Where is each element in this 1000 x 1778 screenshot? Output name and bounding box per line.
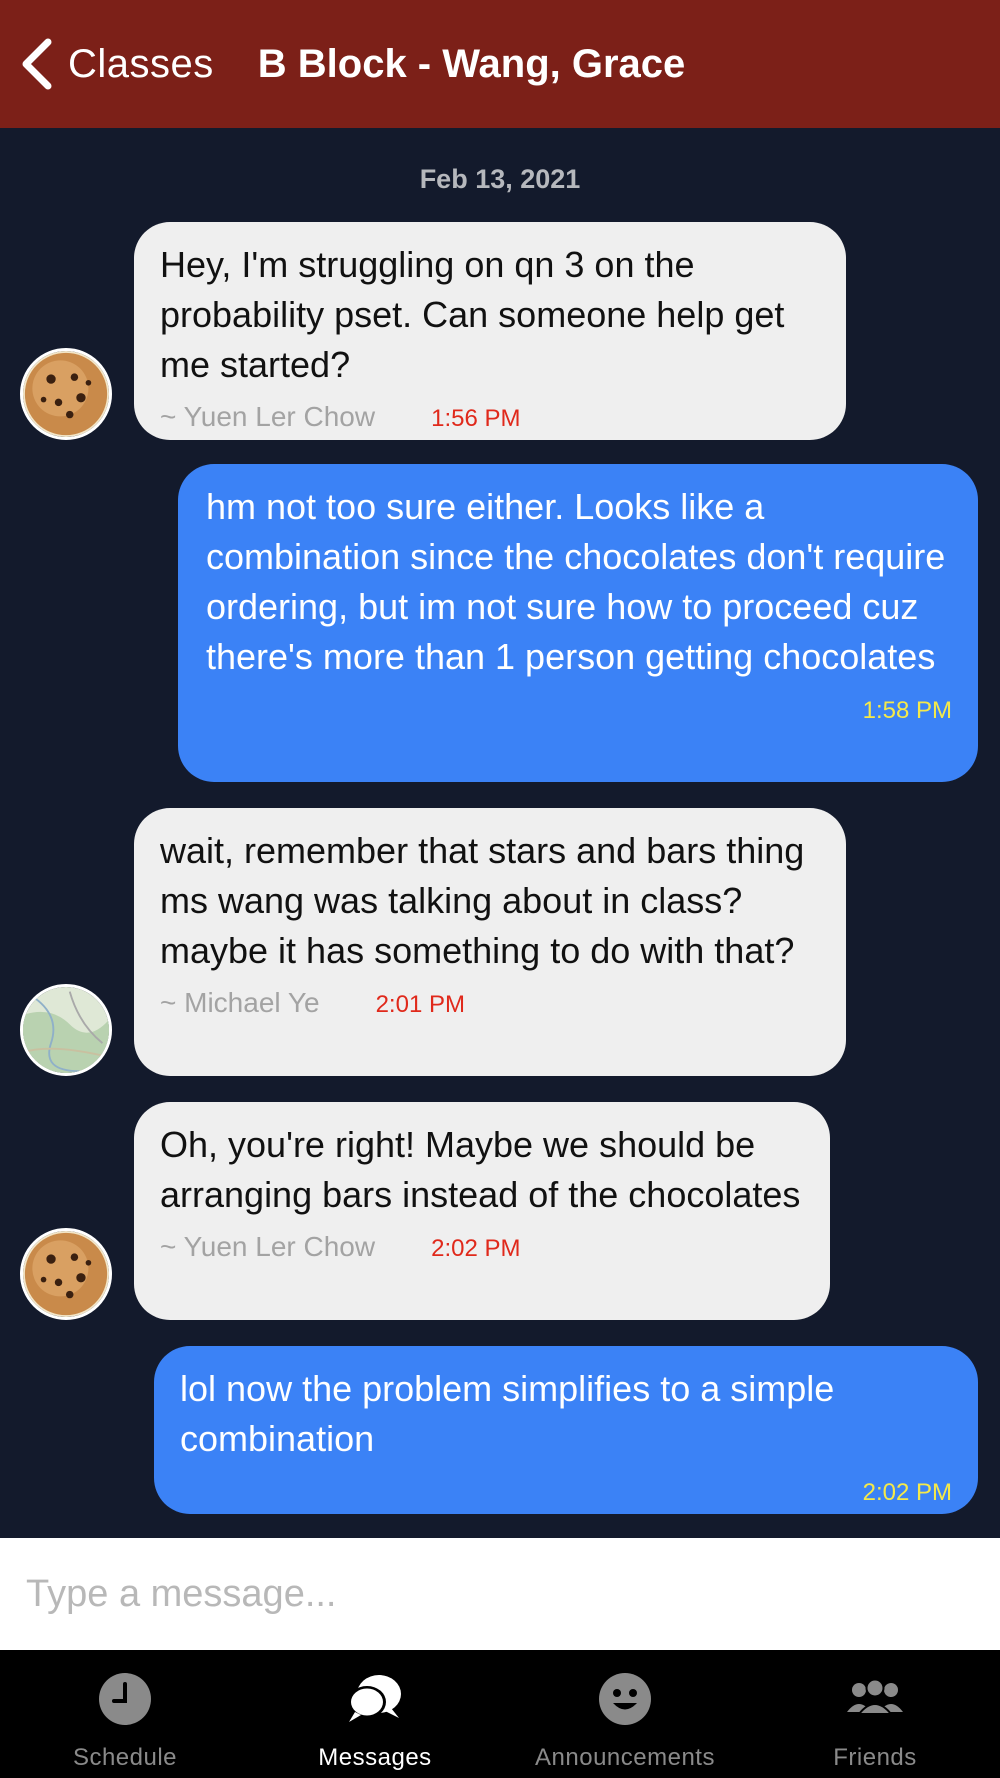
message-time: 2:02 PM (862, 1479, 952, 1506)
message-sender: ~ Yuen Ler Chow (160, 401, 376, 432)
tab-label: Announcements (535, 1744, 715, 1771)
clock-icon (99, 1673, 151, 1725)
tab-bar: Schedule Messages Announcements Friends (0, 1650, 1000, 1778)
tab-label: Messages (318, 1744, 432, 1771)
tab-schedule[interactable]: Schedule (0, 1650, 250, 1778)
people-icon (847, 1678, 903, 1715)
message-text: hm not too sure either. Looks like a com… (206, 486, 946, 677)
message-text: lol now the problem simplifies to a simp… (180, 1368, 835, 1459)
conversation-title: B Block - Wang, Grace (257, 41, 686, 86)
composer (0, 1538, 1000, 1650)
smiley-icon (599, 1673, 651, 1725)
message-sender: ~ Yuen Ler Chow (160, 1231, 376, 1262)
message-input[interactable] (26, 1572, 966, 1616)
message-text: Hey, I'm struggling on qn 3 on the proba… (160, 244, 785, 385)
message-sender: ~ Michael Ye (160, 987, 320, 1018)
tab-announcements[interactable]: Announcements (500, 1650, 750, 1778)
message-time: 1:58 PM (862, 697, 952, 724)
message-bubble-incoming[interactable]: Hey, I'm struggling on qn 3 on the proba… (134, 222, 846, 440)
header-bar: Classes B Block - Wang, Grace (0, 0, 1000, 128)
tab-friends[interactable]: Friends (750, 1650, 1000, 1778)
message-time: 2:01 PM (375, 991, 465, 1018)
message-bubble-incoming[interactable]: Oh, you're right! Maybe we should be arr… (134, 1102, 830, 1320)
message-time: 1:56 PM (431, 405, 521, 432)
cookie-avatar-icon (23, 351, 109, 437)
tab-label: Friends (833, 1744, 917, 1771)
message-list[interactable]: Feb 13, 2021 Hey, I'm struggling on qn 3… (0, 128, 1000, 1538)
cookie-avatar-icon (23, 1231, 109, 1317)
avatar[interactable] (20, 1228, 112, 1320)
back-button[interactable]: Classes (18, 36, 214, 92)
avatar[interactable] (20, 348, 112, 440)
chevron-left-icon (22, 38, 52, 90)
tab-messages[interactable]: Messages (250, 1650, 500, 1778)
avatar[interactable] (20, 984, 112, 1076)
message-bubble-outgoing[interactable]: lol now the problem simplifies to a simp… (154, 1346, 978, 1514)
back-label: Classes (68, 41, 214, 86)
chat-bubbles-icon (348, 1675, 401, 1722)
message-bubble-outgoing[interactable]: hm not too sure either. Looks like a com… (178, 464, 978, 782)
date-separator: Feb 13, 2021 (419, 164, 581, 194)
message-text: wait, remember that stars and bars thing… (160, 830, 805, 971)
message-bubble-incoming[interactable]: wait, remember that stars and bars thing… (134, 808, 846, 1076)
message-text: Oh, you're right! Maybe we should be arr… (160, 1124, 801, 1215)
message-time: 2:02 PM (431, 1235, 521, 1262)
map-avatar-icon (23, 987, 109, 1073)
tab-label: Schedule (72, 1744, 178, 1771)
